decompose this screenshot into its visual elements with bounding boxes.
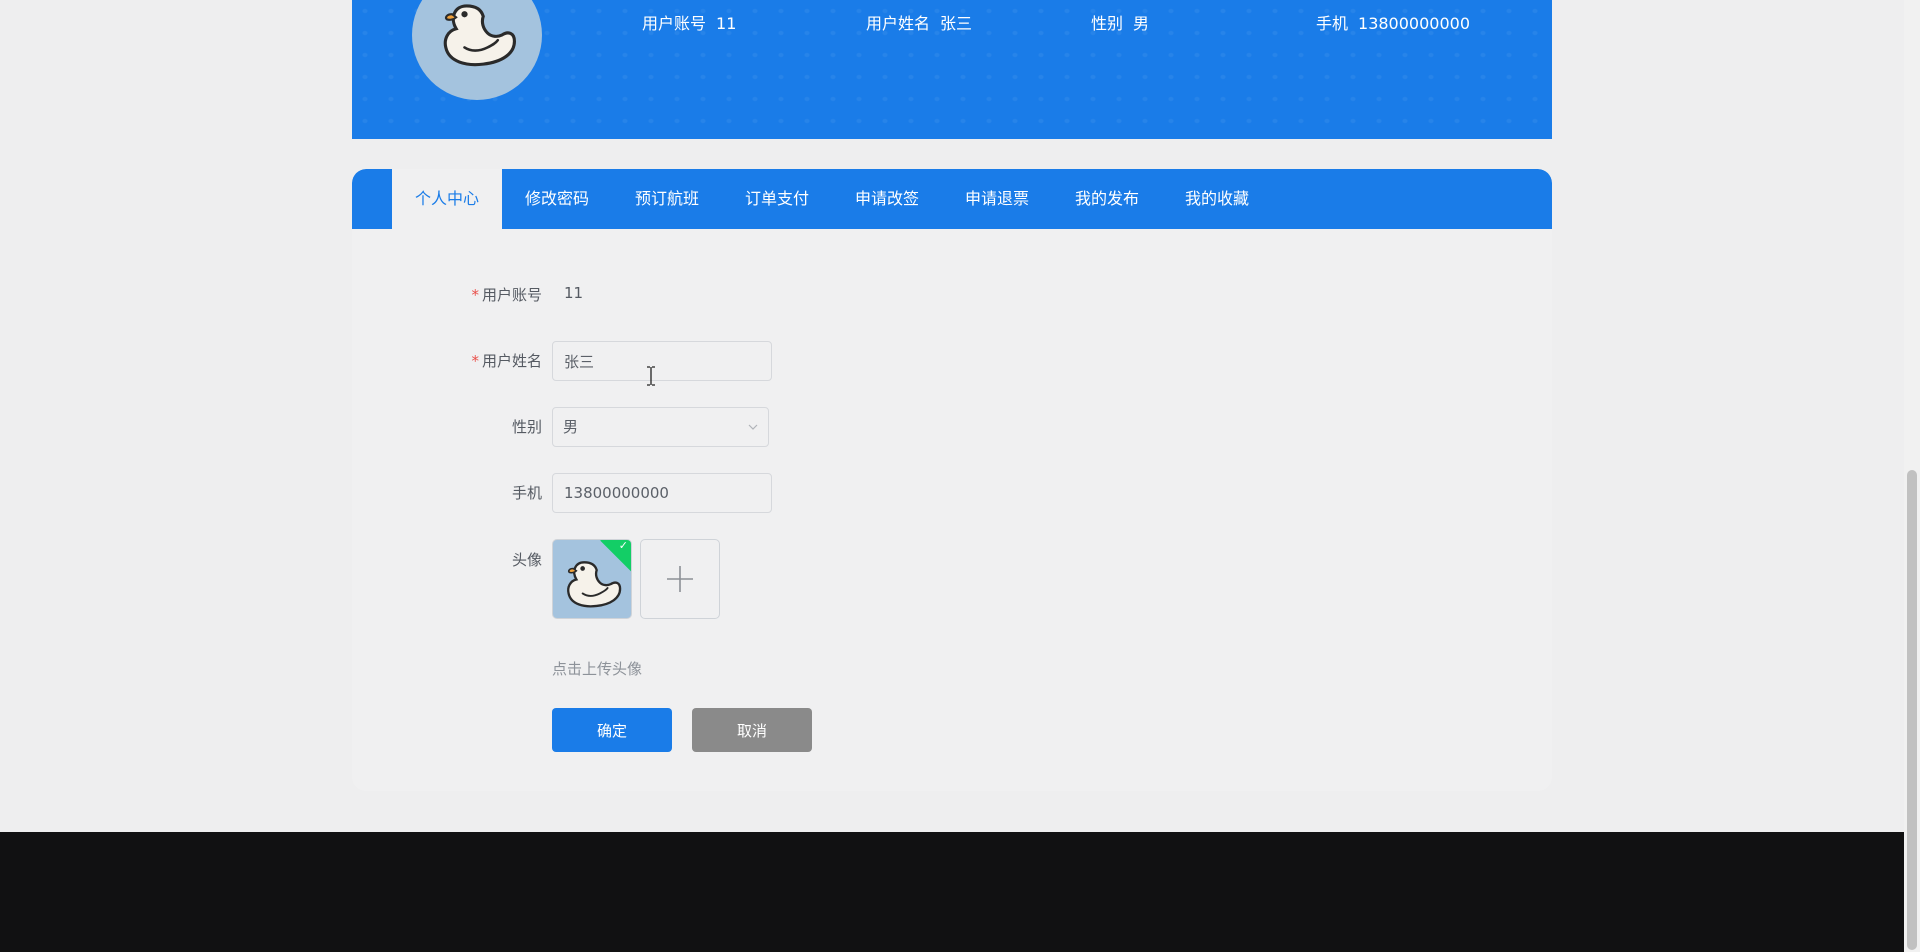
tab-my-posts[interactable]: 我的发布 bbox=[1052, 169, 1162, 229]
chevron-down-icon bbox=[748, 408, 758, 461]
banner-phone: 手机 13800000000 bbox=[1316, 10, 1470, 34]
phone-label: 手机 bbox=[511, 484, 542, 502]
phone-input[interactable] bbox=[552, 473, 772, 513]
profile-banner: 用户账号 11 用户姓名 张三 性别男 手机 13800000000 bbox=[352, 0, 1552, 139]
tab-order-payment[interactable]: 订单支付 bbox=[722, 169, 832, 229]
tab-my-favorites[interactable]: 我的收藏 bbox=[1162, 169, 1272, 229]
text-cursor-icon bbox=[646, 366, 656, 390]
banner-name-label: 用户姓名 bbox=[866, 14, 931, 33]
banner-name: 用户姓名 张三 bbox=[866, 10, 972, 34]
banner-account-label: 用户账号 bbox=[642, 14, 707, 33]
scrollbar-thumb[interactable] bbox=[1907, 470, 1917, 950]
name-label-text: 用户姓名 bbox=[481, 352, 542, 370]
tab-apply-change[interactable]: 申请改签 bbox=[832, 169, 942, 229]
page-footer bbox=[0, 832, 1904, 952]
avatar-label: 头像 bbox=[511, 551, 542, 569]
tab-personal-center[interactable]: 个人中心 bbox=[392, 169, 502, 229]
check-icon: ✓ bbox=[618, 539, 628, 552]
duck-icon bbox=[443, 4, 517, 67]
gender-select[interactable]: 男 bbox=[552, 407, 769, 447]
banner-phone-value: 13800000000 bbox=[1358, 14, 1470, 33]
gender-select-value: 男 bbox=[563, 418, 579, 436]
cancel-button[interactable]: 取消 bbox=[692, 708, 812, 752]
banner-account-value: 11 bbox=[716, 14, 737, 33]
banner-name-value: 张三 bbox=[940, 14, 973, 33]
uploaded-avatar-thumbnail[interactable]: ✓ bbox=[552, 539, 632, 619]
tab-apply-refund[interactable]: 申请退票 bbox=[942, 169, 1052, 229]
confirm-button[interactable]: 确定 bbox=[552, 708, 672, 752]
banner-gender-value: 男 bbox=[1133, 14, 1150, 33]
upload-avatar-button[interactable] bbox=[640, 539, 720, 619]
gender-label: 性别 bbox=[511, 418, 542, 436]
profile-panel: 个人中心 修改密码 预订航班 订单支付 申请改签 申请退票 我的发布 我的收藏 … bbox=[352, 169, 1552, 791]
banner-gender-label: 性别 bbox=[1091, 14, 1124, 33]
required-mark: * bbox=[471, 286, 479, 304]
profile-avatar bbox=[412, 0, 542, 100]
tab-change-password[interactable]: 修改密码 bbox=[502, 169, 612, 229]
banner-account: 用户账号 11 bbox=[642, 10, 736, 34]
account-value: 11 bbox=[564, 284, 584, 302]
plus-icon bbox=[667, 566, 693, 592]
tab-book-flight[interactable]: 预订航班 bbox=[612, 169, 722, 229]
banner-gender: 性别男 bbox=[1091, 10, 1149, 34]
account-label-text: 用户账号 bbox=[481, 286, 542, 304]
name-input[interactable] bbox=[552, 341, 772, 381]
banner-phone-label: 手机 bbox=[1316, 14, 1349, 33]
tab-bar: 个人中心 修改密码 预订航班 订单支付 申请改签 申请退票 我的发布 我的收藏 bbox=[352, 169, 1552, 229]
required-mark: * bbox=[471, 352, 479, 370]
upload-hint: 点击上传头像 bbox=[552, 660, 643, 678]
page: 用户账号 11 用户姓名 张三 性别男 手机 13800000000 个人中心 修改密… bbox=[0, 0, 1920, 952]
account-label: * 用户账号 bbox=[422, 284, 542, 305]
name-label: * 用户姓名 bbox=[422, 350, 542, 371]
scrollbar[interactable] bbox=[1904, 0, 1920, 952]
